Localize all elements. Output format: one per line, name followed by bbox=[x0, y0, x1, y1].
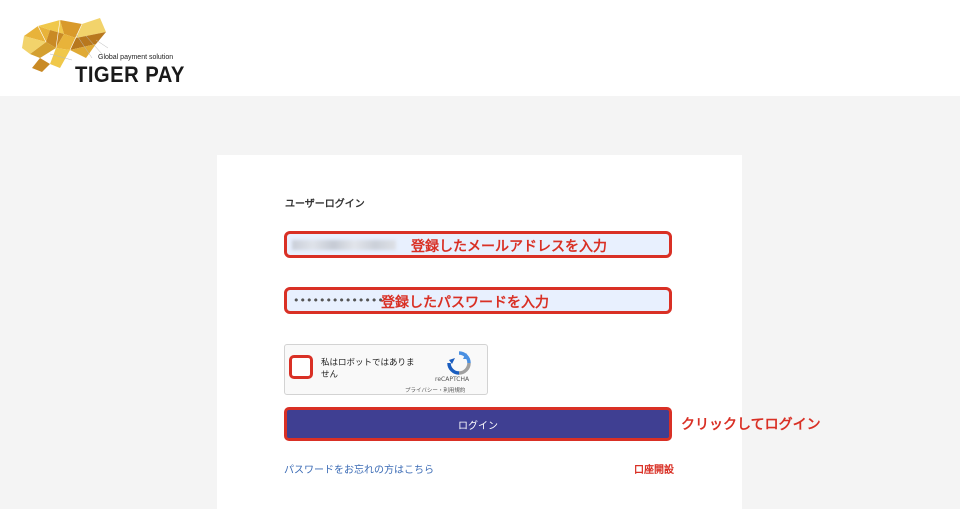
logo-name: TIGER PAY bbox=[75, 62, 185, 87]
email-field[interactable]: 登録したメールアドレスを入力 bbox=[284, 231, 672, 258]
recaptcha-icon bbox=[447, 351, 471, 375]
password-field[interactable]: •••••••••••••• 登録したパスワードを入力 bbox=[284, 287, 672, 314]
login-annotation: クリックしてログイン bbox=[681, 417, 821, 433]
logo-tagline: Global payment solution bbox=[98, 54, 174, 61]
recaptcha-brand: reCAPTCHA bbox=[435, 376, 470, 383]
login-button[interactable]: ログイン bbox=[284, 407, 672, 441]
site-header: Global payment solution TIGER PAY bbox=[0, 0, 960, 96]
blurred-email-value bbox=[292, 240, 396, 250]
recaptcha-widget: 私はロボットではありません reCAPTCHA プライバシー・利用規約 bbox=[284, 344, 488, 395]
forgot-password-link[interactable]: パスワードをお忘れの方はこちら bbox=[284, 461, 434, 476]
tigerpay-logo[interactable]: Global payment solution TIGER PAY bbox=[20, 14, 184, 94]
login-title: ユーザーログイン bbox=[285, 199, 365, 210]
password-value: •••••••••••••• bbox=[293, 294, 384, 307]
email-annotation: 登録したメールアドレスを入力 bbox=[411, 239, 607, 255]
recaptcha-label: 私はロボットではありません bbox=[321, 358, 415, 380]
open-account-link[interactable]: 口座開設 bbox=[634, 461, 674, 476]
recaptcha-checkbox[interactable] bbox=[289, 355, 313, 379]
login-card: ユーザーログイン 登録したメールアドレスを入力 •••••••••••••• 登… bbox=[217, 155, 821, 509]
password-annotation: 登録したパスワードを入力 bbox=[381, 295, 549, 311]
recaptcha-privacy-terms[interactable]: プライバシー・利用規約 bbox=[405, 386, 465, 394]
